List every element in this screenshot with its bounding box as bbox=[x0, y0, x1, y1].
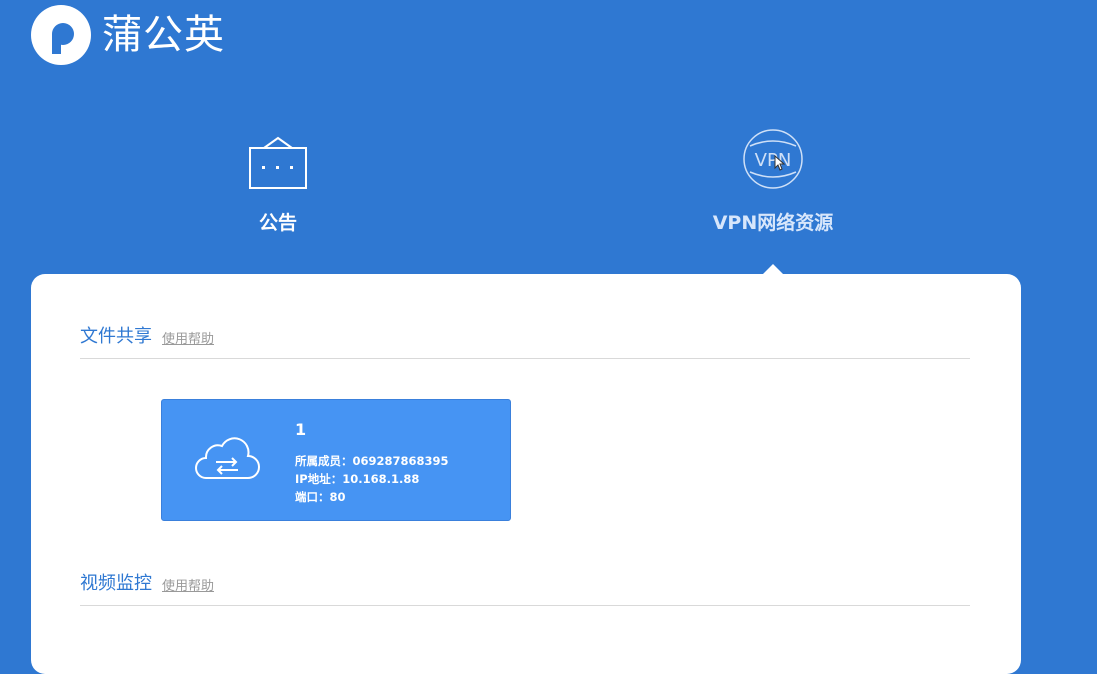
tab-announcement[interactable]: 公告 bbox=[178, 120, 378, 235]
resource-card[interactable]: 1 所属成员：069287868395 IP地址：10.168.1.88 端口：… bbox=[161, 399, 511, 521]
resource-name: 1 bbox=[295, 420, 307, 439]
port-row: 端口：80 bbox=[295, 490, 346, 504]
tab-vpn-resources[interactable]: VPN VPN网络资源 bbox=[673, 120, 873, 235]
ip-row: IP地址：10.168.1.88 bbox=[295, 472, 420, 486]
brand-name: 蒲公英 bbox=[102, 12, 225, 58]
file-share-header: 文件共享 使用帮助 bbox=[80, 322, 970, 359]
tab-announcement-label: 公告 bbox=[258, 212, 297, 234]
dandelion-logo-icon bbox=[31, 5, 91, 65]
tab-vpn-label: VPN网络资源 bbox=[712, 212, 834, 234]
file-share-help-link[interactable]: 使用帮助 bbox=[162, 328, 214, 347]
video-monitor-help-link[interactable]: 使用帮助 bbox=[162, 575, 214, 594]
content-panel: 文件共享 使用帮助 1 所属成员：069287868395 IP地址：10.16… bbox=[31, 274, 1021, 674]
vpn-icon: VPN bbox=[673, 120, 873, 190]
svg-text:VPN: VPN bbox=[755, 150, 792, 171]
resource-details: 所属成员：069287868395 IP地址：10.168.1.88 端口：80 bbox=[295, 452, 449, 506]
cloud-transfer-icon bbox=[195, 437, 260, 479]
member-row: 所属成员：069287868395 bbox=[295, 454, 449, 468]
logo: 蒲公英 bbox=[30, 4, 225, 66]
file-share-title: 文件共享 bbox=[80, 326, 152, 347]
video-monitor-title: 视频监控 bbox=[80, 573, 152, 594]
announcement-icon bbox=[178, 120, 378, 190]
video-monitor-header: 视频监控 使用帮助 bbox=[80, 569, 970, 606]
